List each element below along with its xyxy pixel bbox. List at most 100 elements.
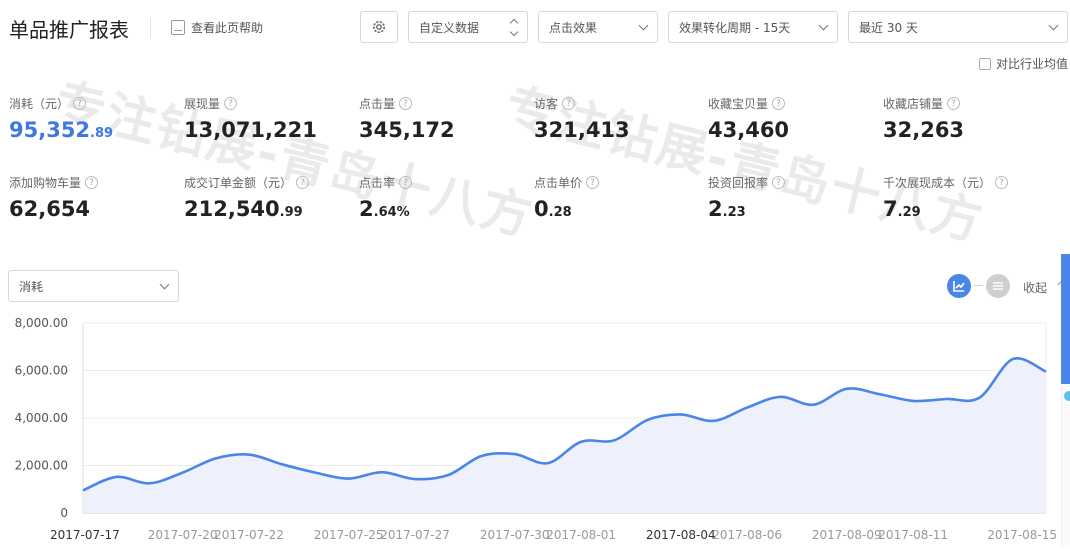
metric-value: 2.23 bbox=[708, 197, 785, 221]
x-tick-label: 2017-08-06 bbox=[712, 528, 782, 542]
metric-label: 访客? bbox=[534, 95, 630, 112]
metric-value-decimal: .64% bbox=[373, 205, 410, 220]
metric-label: 成交订单金额（元）? bbox=[184, 174, 310, 191]
help-icon[interactable]: ? bbox=[73, 97, 87, 110]
metric-card[interactable]: 收藏宝贝量? 43,460 bbox=[708, 95, 789, 142]
metric-value-decimal: .89 bbox=[90, 126, 114, 141]
help-icon[interactable]: ? bbox=[296, 176, 310, 189]
metric-value-integer: 62,654 bbox=[9, 197, 91, 221]
help-icon[interactable]: ? bbox=[995, 176, 1009, 189]
metric-card[interactable]: 点击单价? 0.28 bbox=[534, 174, 600, 221]
click-effect-select[interactable]: 点击效果 bbox=[538, 11, 658, 43]
metric-label-text: 收藏宝贝量 bbox=[708, 97, 769, 111]
metric-value-integer: 0 bbox=[534, 197, 549, 221]
chevron-down-icon bbox=[1048, 20, 1059, 30]
metric-label-text: 千次展现成本（元） bbox=[883, 176, 992, 190]
metric-card[interactable]: 投资回报率? 2.23 bbox=[708, 174, 786, 221]
x-tick-label: 2017-08-01 bbox=[546, 528, 616, 542]
page-title: 单品推广报表 bbox=[9, 18, 129, 42]
series-area-fill bbox=[83, 358, 1046, 513]
y-tick-label: 0 bbox=[60, 506, 68, 520]
metric-label-text: 展现量 bbox=[184, 97, 221, 111]
tooltip-marker bbox=[1064, 391, 1070, 401]
x-tick-label: 2017-08-15 bbox=[987, 528, 1057, 542]
metric-value: 321,413 bbox=[534, 118, 630, 142]
spend-line-chart: 8,000.00 6,000.00 4,000.00 2,000.00 0 2017-07… bbox=[15, 316, 1057, 542]
help-icon[interactable]: ? bbox=[772, 176, 786, 189]
line-chart-toggle[interactable] bbox=[947, 274, 971, 298]
metric-label-text: 投资回报率 bbox=[708, 176, 769, 190]
help-icon[interactable]: ? bbox=[562, 97, 576, 110]
x-tick-label: 2017-07-25 bbox=[314, 528, 384, 542]
custom-data-select[interactable]: 自定义数据 bbox=[408, 11, 528, 43]
sort-arrows-icon bbox=[509, 18, 519, 36]
metric-card[interactable]: 访客? 321,413 bbox=[534, 95, 630, 142]
metric-card[interactable]: 添加购物车量? 62,654 bbox=[9, 174, 99, 221]
y-tick-label: 2,000.00 bbox=[15, 459, 68, 473]
help-icon[interactable]: ? bbox=[224, 97, 238, 110]
side-scrollbar-thumb[interactable] bbox=[1061, 254, 1070, 384]
watermark-text: 专注钻展-青岛十八方 bbox=[49, 72, 540, 248]
chart-metric-select[interactable]: 消耗 bbox=[8, 270, 179, 302]
x-tick-label: 2017-07-27 bbox=[380, 528, 450, 542]
custom-data-select-label: 自定义数据 bbox=[419, 20, 480, 35]
help-icon[interactable]: ? bbox=[399, 176, 413, 189]
y-tick-label: 6,000.00 bbox=[15, 364, 68, 378]
compare-industry-toggle[interactable]: 对比行业均值 bbox=[979, 55, 1068, 72]
x-tick-label: 2017-07-17 bbox=[50, 528, 120, 542]
table-view-toggle[interactable] bbox=[986, 274, 1010, 298]
metric-value: 95,352.89 bbox=[9, 118, 113, 142]
metric-value-integer: 95,352 bbox=[9, 118, 91, 142]
conversion-period-select[interactable]: 效果转化周期 - 15天 bbox=[668, 11, 838, 43]
chevron-down-icon bbox=[159, 279, 170, 289]
help-icon[interactable]: ? bbox=[947, 97, 961, 110]
metric-value-integer: 32,263 bbox=[883, 118, 965, 142]
chevron-down-icon bbox=[818, 20, 829, 30]
metric-value-decimal: .28 bbox=[548, 205, 572, 220]
metric-label-text: 点击量 bbox=[359, 97, 396, 111]
help-link[interactable]: 查看此页帮助 bbox=[171, 19, 263, 36]
toggle-divider bbox=[974, 285, 983, 286]
metric-value: 32,263 bbox=[883, 118, 964, 142]
metric-label: 点击量? bbox=[359, 95, 455, 112]
metric-label-text: 点击率 bbox=[359, 176, 396, 190]
metric-value: 7.29 bbox=[883, 197, 1008, 221]
metric-card[interactable]: 展现量? 13,071,221 bbox=[184, 95, 317, 142]
metric-card[interactable]: 消耗（元）? 95,352.89 bbox=[9, 95, 113, 142]
settings-button[interactable] bbox=[360, 11, 398, 43]
help-icon[interactable]: ? bbox=[772, 97, 786, 110]
metric-label: 展现量? bbox=[184, 95, 317, 112]
metric-value-integer: 212,540 bbox=[184, 197, 280, 221]
metric-value-integer: 345,172 bbox=[359, 118, 455, 142]
metric-value: 13,071,221 bbox=[184, 118, 317, 142]
help-icon[interactable]: ? bbox=[586, 176, 600, 189]
conversion-period-select-label: 效果转化周期 - 15天 bbox=[679, 20, 791, 35]
metric-value-decimal: .23 bbox=[722, 205, 746, 220]
metric-label: 收藏店铺量? bbox=[883, 95, 964, 112]
x-tick-label: 2017-07-20 bbox=[148, 528, 218, 542]
click-effect-select-label: 点击效果 bbox=[549, 20, 598, 35]
metric-label-text: 收藏店铺量 bbox=[883, 97, 944, 111]
help-icon[interactable]: ? bbox=[399, 97, 413, 110]
x-tick-label: 2017-07-22 bbox=[214, 528, 284, 542]
metric-value: 212,540.99 bbox=[184, 197, 309, 221]
x-tick-label: 2017-08-09 bbox=[812, 528, 882, 542]
chevron-down-icon bbox=[638, 20, 649, 30]
compare-label: 对比行业均值 bbox=[996, 57, 1069, 71]
metric-card[interactable]: 点击率? 2.64% bbox=[359, 174, 413, 221]
metric-value: 2.64% bbox=[359, 197, 412, 221]
header-divider bbox=[150, 18, 151, 38]
metric-label-text: 消耗（元） bbox=[9, 97, 70, 111]
metric-value: 62,654 bbox=[9, 197, 98, 221]
collapse-button[interactable]: 收起 bbox=[1023, 279, 1047, 296]
metric-card[interactable]: 成交订单金额（元）? 212,540.99 bbox=[184, 174, 310, 221]
help-icon[interactable]: ? bbox=[85, 176, 99, 189]
date-range-select[interactable]: 最近 30 天 bbox=[848, 11, 1068, 43]
document-icon bbox=[171, 20, 185, 35]
metric-value-integer: 321,413 bbox=[534, 118, 630, 142]
compare-checkbox[interactable] bbox=[979, 57, 991, 70]
metric-card[interactable]: 点击量? 345,172 bbox=[359, 95, 455, 142]
metric-card[interactable]: 千次展现成本（元）? 7.29 bbox=[883, 174, 1009, 221]
metric-card[interactable]: 收藏店铺量? 32,263 bbox=[883, 95, 964, 142]
line-chart-icon bbox=[953, 281, 965, 292]
